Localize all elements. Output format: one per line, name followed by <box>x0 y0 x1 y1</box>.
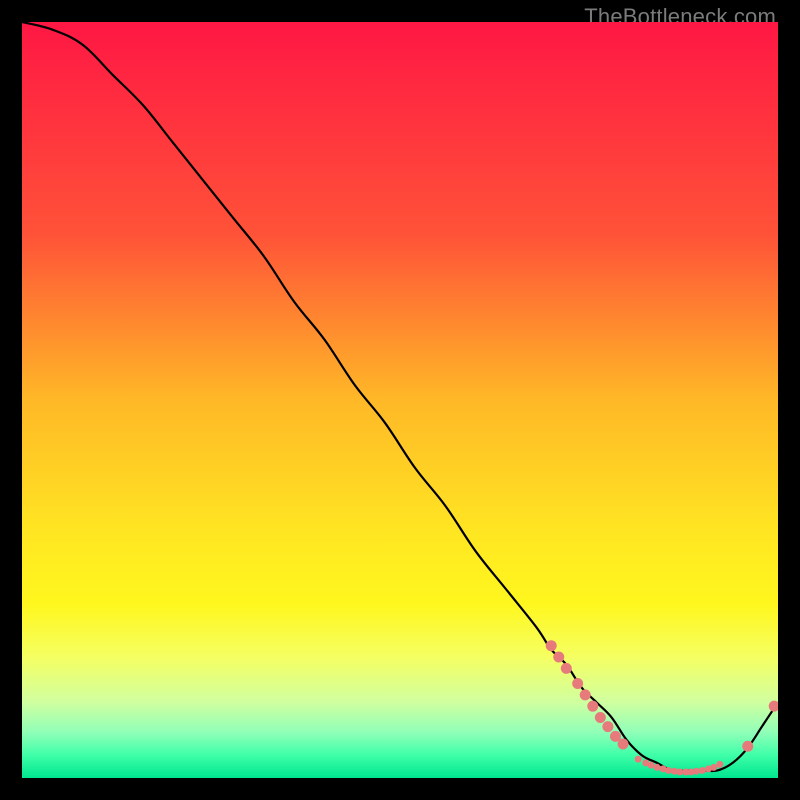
marker-point <box>546 640 557 651</box>
marker-point <box>699 767 706 774</box>
marker-point <box>561 663 572 674</box>
marker-point <box>618 738 629 749</box>
marker-point <box>665 767 672 774</box>
chart-stage: TheBottleneck.com <box>0 0 800 800</box>
marker-point <box>587 701 598 712</box>
marker-point <box>716 761 723 768</box>
marker-point <box>769 701 778 712</box>
marker-point <box>595 712 606 723</box>
marker-point <box>693 768 700 775</box>
bottleneck-curve <box>22 22 778 771</box>
marker-point <box>580 689 591 700</box>
marker-group <box>546 640 778 775</box>
marker-point <box>635 756 642 763</box>
marker-point <box>572 678 583 689</box>
marker-point <box>647 762 654 769</box>
plot-area <box>22 22 778 778</box>
marker-point <box>602 721 613 732</box>
marker-point <box>742 741 753 752</box>
marker-point <box>676 768 683 775</box>
marker-point <box>654 764 661 771</box>
marker-point <box>553 652 564 663</box>
chart-svg <box>22 22 778 778</box>
marker-point <box>710 764 717 771</box>
